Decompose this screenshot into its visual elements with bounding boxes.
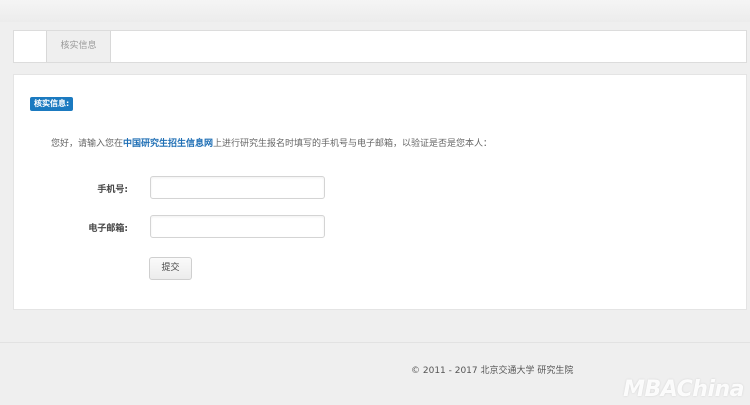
tab-verify-info[interactable]: 核实信息 [46,31,111,62]
submit-button[interactable]: 提交 [149,257,192,280]
intro-text: 您好，请输入您在中国研究生招生信息网上进行研究生报名时填写的手机号与电子邮箱，以… [51,136,492,149]
intro-prefix: 您好，请输入您在 [51,139,124,149]
phone-input[interactable] [150,176,325,199]
yz-chsi-link[interactable]: 中国研究生招生信息网 [123,139,213,149]
top-bar [0,0,750,22]
email-input[interactable] [150,215,325,238]
email-label: 电子邮箱: [88,224,128,234]
copyright-footer: © 2011 - 2017 北京交通大学 研究生院 [411,366,574,376]
tab-bar: 核实信息 [13,30,747,63]
section-badge: 核实信息: [30,97,74,111]
footer-divider [0,342,750,343]
intro-suffix: 上进行研究生报名时填写的手机号与电子邮箱，以验证是否是您本人： [213,139,493,149]
phone-label: 手机号: [97,185,128,195]
watermark: MBAChina [623,377,744,402]
verification-panel: 核实信息: 您好，请输入您在中国研究生招生信息网上进行研究生报名时填写的手机号与… [13,74,747,310]
